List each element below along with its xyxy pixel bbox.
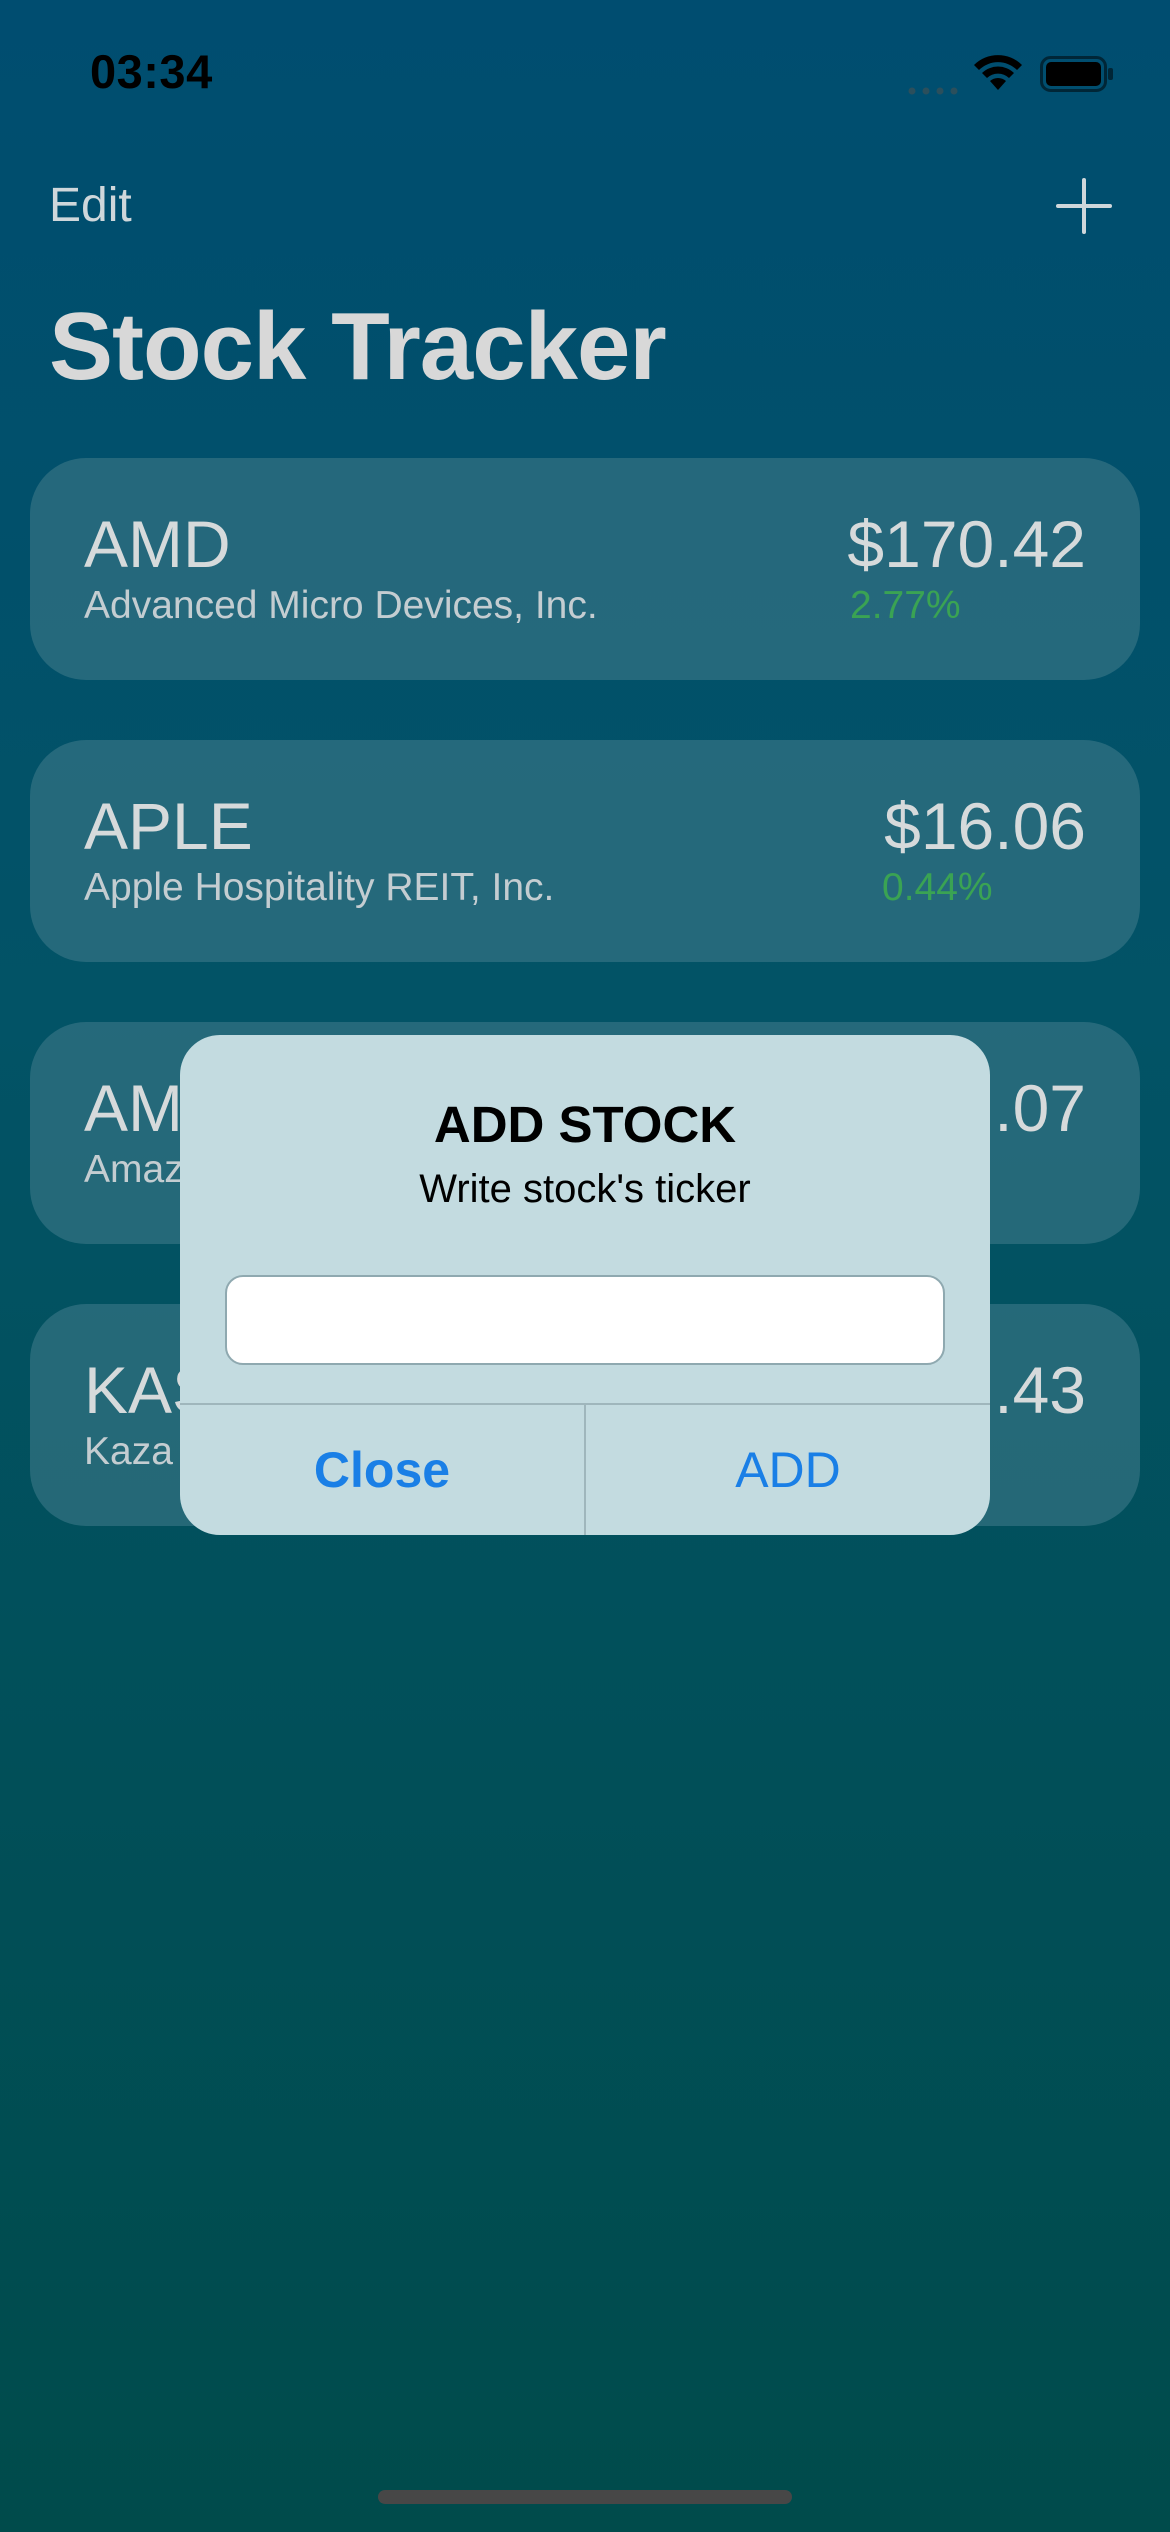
- stock-price: .43: [994, 1353, 1086, 1427]
- stock-name: Kaza: [84, 1430, 173, 1473]
- stock-name: Apple Hospitality REIT, Inc.: [84, 866, 555, 909]
- add-button[interactable]: ADD: [586, 1405, 990, 1535]
- stock-ticker: AMD: [84, 507, 231, 581]
- stock-card-amd[interactable]: AMD Advanced Micro Devices, Inc. $170.42…: [30, 458, 1140, 680]
- stock-card-aple[interactable]: APLE Apple Hospitality REIT, Inc. $16.06…: [30, 740, 1140, 962]
- close-button[interactable]: Close: [180, 1405, 584, 1535]
- status-time: 03:34: [90, 45, 213, 98]
- stock-price: $170.42: [847, 507, 1086, 581]
- signal-dots-icon: [908, 82, 960, 100]
- page-title: Stock Tracker: [49, 293, 667, 400]
- stock-price: .07: [994, 1071, 1086, 1145]
- stock-change: 2.77%: [850, 584, 961, 627]
- dialog-title: ADD STOCK: [433, 1096, 737, 1153]
- add-stock-dialog: ADD STOCK Write stock's ticker Close ADD: [180, 1035, 990, 1535]
- home-indicator[interactable]: [378, 2490, 792, 2504]
- stock-ticker: APLE: [84, 789, 253, 863]
- stock-name: Advanced Micro Devices, Inc.: [84, 584, 598, 627]
- stock-change: 0.44%: [882, 866, 993, 909]
- ticker-input[interactable]: [225, 1275, 945, 1365]
- plus-icon[interactable]: [1056, 178, 1112, 239]
- wifi-icon: [972, 54, 1024, 97]
- edit-button[interactable]: Edit: [49, 178, 132, 233]
- stock-price: $16.06: [884, 789, 1086, 863]
- stock-name: Amaz: [84, 1148, 184, 1191]
- dialog-message: Write stock's ticker: [419, 1167, 751, 1211]
- battery-icon: [1040, 56, 1114, 97]
- stock-ticker: AM: [84, 1071, 183, 1145]
